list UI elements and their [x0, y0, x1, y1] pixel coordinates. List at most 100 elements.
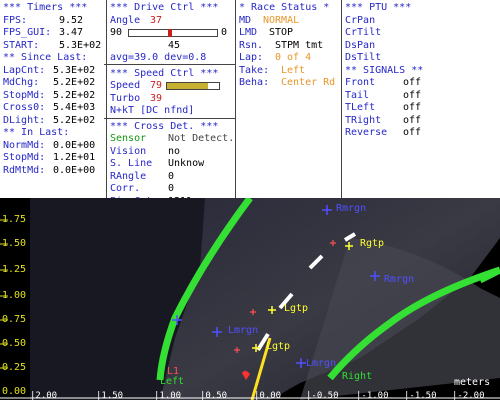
kv-value: Not Detect.: [168, 133, 235, 144]
kv-value: 9.52: [59, 14, 84, 26]
kv-row: StopMd: 1.2E+01: [3, 152, 105, 165]
kv-key: FPS:: [3, 14, 28, 26]
kv-key: Corr.: [110, 183, 141, 194]
x-tick-label: |-1.50: [404, 391, 437, 400]
kv-row: TRight off: [345, 115, 500, 128]
y-tick-label: 1.75: [2, 214, 27, 225]
signals-header: ** SIGNALS **: [345, 64, 424, 76]
kv-row: START: 5.3E+02: [3, 40, 105, 53]
x-tick-label: |-0.50: [306, 391, 339, 400]
kv-key: LapCnt:: [3, 64, 46, 76]
kv-row: FPS_GUI: 3.47: [3, 27, 105, 40]
kv-value: Unknow: [168, 158, 205, 169]
kv-value: off: [403, 102, 422, 113]
kv-row: Reverse off: [345, 127, 500, 140]
kv-key: S. Line: [110, 158, 153, 169]
kv-key: Sensor: [110, 133, 147, 144]
kv-row: S. Line Unknow: [110, 158, 235, 171]
kv-key: Rsn.: [239, 39, 264, 51]
kv-value: 5.2E+02: [53, 89, 96, 101]
x-tick-label: |0.00: [254, 391, 282, 400]
kv-key: DLight:: [3, 114, 46, 126]
right-target-label: Rgtp: [360, 238, 385, 249]
kv-key: FPS_GUI:: [3, 27, 52, 38]
speed-label: Speed: [110, 80, 141, 91]
kv-key: MdChg:: [3, 77, 40, 88]
x-tick-label: |1.00: [154, 391, 182, 400]
section-divider: [104, 118, 235, 119]
kv-key: Lap:: [239, 52, 264, 63]
ptu-header: *** PTU ***: [345, 2, 412, 13]
x-tick-label: |1.50: [96, 391, 124, 400]
lane-view-canvas: [0, 198, 500, 400]
x-tick-label: |-2.00: [452, 391, 485, 400]
kv-row: Lap: 0 of 4: [239, 52, 341, 65]
angle-avg-line: avg=39.0 dev=0.8: [110, 52, 207, 63]
kv-value: off: [403, 114, 422, 126]
kv-row: Sensor Not Detect.: [110, 133, 235, 146]
kv-value: 0.0E+00: [53, 164, 96, 176]
left-margin-label-2: Lmrgn: [306, 358, 337, 369]
y-tick-label: 0.00: [2, 386, 27, 397]
kv-row: StopMd: 5.2E+02: [3, 90, 105, 103]
kv-value: off: [403, 77, 422, 88]
left-margin-label: Lmrgn: [228, 325, 259, 336]
kv-row: DLight: 5.2E+02: [3, 115, 105, 128]
cross-det-header: *** Cross Det. ***: [110, 120, 219, 132]
kv-value: NORMAL: [263, 14, 300, 26]
angle-bar-marker: [167, 29, 172, 37]
kv-row: NormMd: 0.0E+00: [3, 140, 105, 153]
kv-value: 5.2E+02: [53, 114, 96, 126]
timers-header: *** Timers ***: [3, 2, 88, 13]
right-margin-label: Rmrgn: [336, 203, 367, 214]
kv-row: TLeft off: [345, 102, 500, 115]
speed-bar: [166, 82, 220, 90]
kv-row: Vision no: [110, 146, 235, 159]
ptu-item: CrPan: [345, 14, 376, 26]
kv-value: off: [403, 127, 422, 138]
kv-value: 0.0E+00: [53, 139, 96, 151]
kv-key: Cross0:: [3, 102, 46, 113]
y-tick-label: 1.25: [2, 264, 27, 275]
kv-key: Vision: [110, 145, 147, 157]
x-tick-label: |-1.00: [356, 391, 389, 400]
kv-value: STOP: [269, 27, 294, 38]
angle-bar-center: 45: [168, 39, 181, 51]
kv-key: Tail: [345, 89, 370, 101]
kv-value: 0: [168, 170, 175, 182]
kv-key: RAngle: [110, 170, 147, 182]
kv-row: RAngle 0: [110, 171, 235, 184]
kv-value: Center Rd: [281, 77, 336, 88]
kv-value: 1.2E+01: [53, 152, 96, 163]
units-label: meters: [454, 377, 491, 388]
left-target-label-2: Lgtp: [266, 341, 291, 352]
turbo-label: Turbo: [110, 92, 141, 104]
kv-row: Front off: [345, 77, 500, 90]
kv-row: Tail off: [345, 90, 500, 103]
kv-value: STPM tmt: [275, 39, 324, 51]
angle-bar-min: 90: [110, 27, 123, 38]
drive-ctrl-header: *** Drive Ctrl ***: [110, 2, 219, 13]
kv-key: START:: [3, 39, 40, 51]
kv-key: StopMd:: [3, 89, 46, 101]
nkt-line: N+kT [DC nfnd]: [110, 105, 195, 116]
x-tick-label: |2.00: [30, 391, 58, 400]
y-tick-label: 0.25: [2, 362, 27, 373]
kv-key: Beha:: [239, 77, 270, 88]
kv-key: TRight: [345, 114, 382, 126]
ptu-panel: *** PTU *** CrPan CrTilt DsPan DsTilt ** SI…: [342, 0, 500, 198]
drive-ctrl-panel: *** Drive Ctrl *** Angle 37 90 0 45 avg=…: [104, 0, 235, 198]
kv-value: no: [168, 145, 181, 157]
kv-row: RdMtMd: 0.0E+00: [3, 165, 105, 178]
kv-value: 0 of 4: [275, 52, 312, 63]
kv-row: MdChg: 5.2E+02: [3, 77, 105, 90]
y-tick-label: 0.50: [2, 338, 27, 349]
kv-row: Cross0: 5.4E+03: [3, 102, 105, 115]
section-divider: [104, 64, 235, 65]
kv-key: Reverse: [345, 127, 388, 138]
kv-value: 0: [168, 183, 175, 194]
angle-bar: [128, 29, 218, 37]
y-tick-label: 1.00: [2, 290, 27, 301]
ptu-item: CrTilt: [345, 27, 382, 38]
kv-value: 3.47: [59, 27, 84, 38]
